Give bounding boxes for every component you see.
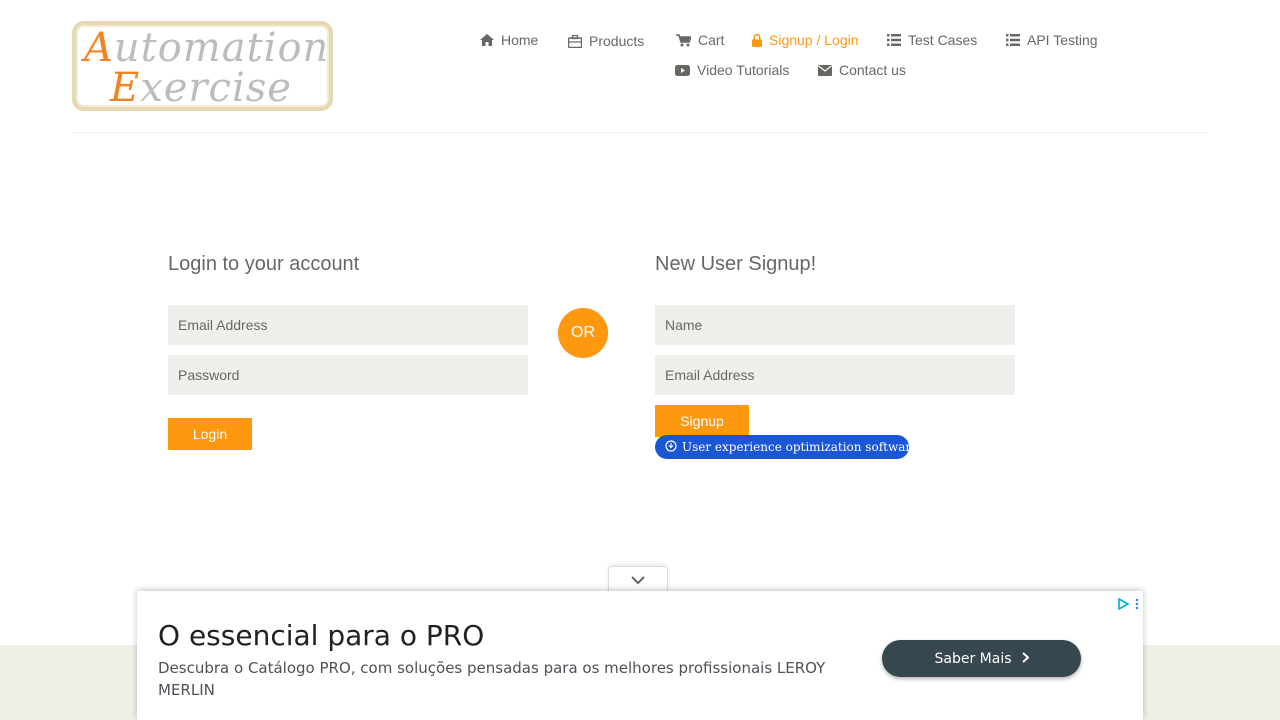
ad-cta-button[interactable]: Saber Mais: [882, 640, 1081, 677]
badge-text: User experience optimization software: [682, 440, 919, 454]
login-button[interactable]: Login: [168, 418, 252, 450]
nav-home-label: Home: [501, 32, 539, 48]
ad-cta-label: Saber Mais: [934, 650, 1012, 667]
logo-line-2: Exercise: [110, 65, 292, 111]
nav-home[interactable]: Home: [480, 30, 538, 50]
cart-icon: [676, 33, 691, 47]
nav-api-testing[interactable]: API Testing: [1006, 30, 1098, 50]
nav-signup-login[interactable]: Signup / Login: [752, 30, 859, 50]
nav-cart[interactable]: Cart: [676, 30, 724, 50]
nav-products[interactable]: Products: [568, 31, 644, 51]
nav-products-label: Products: [589, 33, 645, 49]
nav-test-cases-label: Test Cases: [908, 32, 978, 48]
chevron-right-icon: [1021, 651, 1029, 667]
nav-contact-us[interactable]: Contact us: [818, 60, 906, 80]
briefcase-icon: [568, 34, 582, 48]
signup-email-input[interactable]: [655, 355, 1015, 395]
nav-signup-login-label: Signup / Login: [769, 32, 859, 48]
nav-test-cases[interactable]: Test Cases: [887, 30, 977, 50]
nav-api-testing-label: API Testing: [1027, 32, 1098, 48]
login-email-input[interactable]: [168, 305, 528, 345]
youtube-icon: [675, 64, 690, 76]
login-title: Login to your account: [168, 253, 360, 275]
ad-collapse-toggle[interactable]: [608, 566, 668, 594]
chevron-down-icon: [631, 572, 645, 590]
home-icon: [480, 34, 494, 46]
more-options-icon[interactable]: [1135, 597, 1139, 615]
signup-name-input[interactable]: [655, 305, 1015, 345]
list-icon: [1006, 34, 1020, 46]
header-divider: [72, 132, 1208, 133]
ad-banner[interactable]: O essencial para o PRO Descubra o Catálo…: [137, 591, 1143, 720]
ad-choices[interactable]: [1117, 597, 1139, 615]
signup-button[interactable]: Signup: [655, 405, 749, 437]
login-password-input[interactable]: [168, 355, 528, 395]
nav-video-tutorials[interactable]: Video Tutorials: [675, 60, 789, 80]
nav-cart-label: Cart: [698, 32, 725, 48]
adchoices-play-icon[interactable]: [1117, 597, 1130, 615]
ad-description: Descubra o Catálogo PRO, com soluções pe…: [158, 659, 826, 699]
or-divider: OR: [558, 308, 608, 358]
ad-title: O essencial para o PRO: [158, 619, 485, 652]
info-circle-icon: [665, 439, 677, 455]
site-logo[interactable]: Automation Exercise: [72, 21, 333, 111]
nav-video-tutorials-label: Video Tutorials: [697, 62, 790, 78]
signup-title: New User Signup!: [655, 253, 817, 275]
lock-icon: [752, 33, 762, 47]
nav-contact-us-label: Contact us: [839, 62, 906, 78]
envelope-icon: [818, 64, 832, 76]
ux-optimization-badge[interactable]: User experience optimization software: [655, 435, 918, 459]
list-icon: [887, 34, 901, 46]
